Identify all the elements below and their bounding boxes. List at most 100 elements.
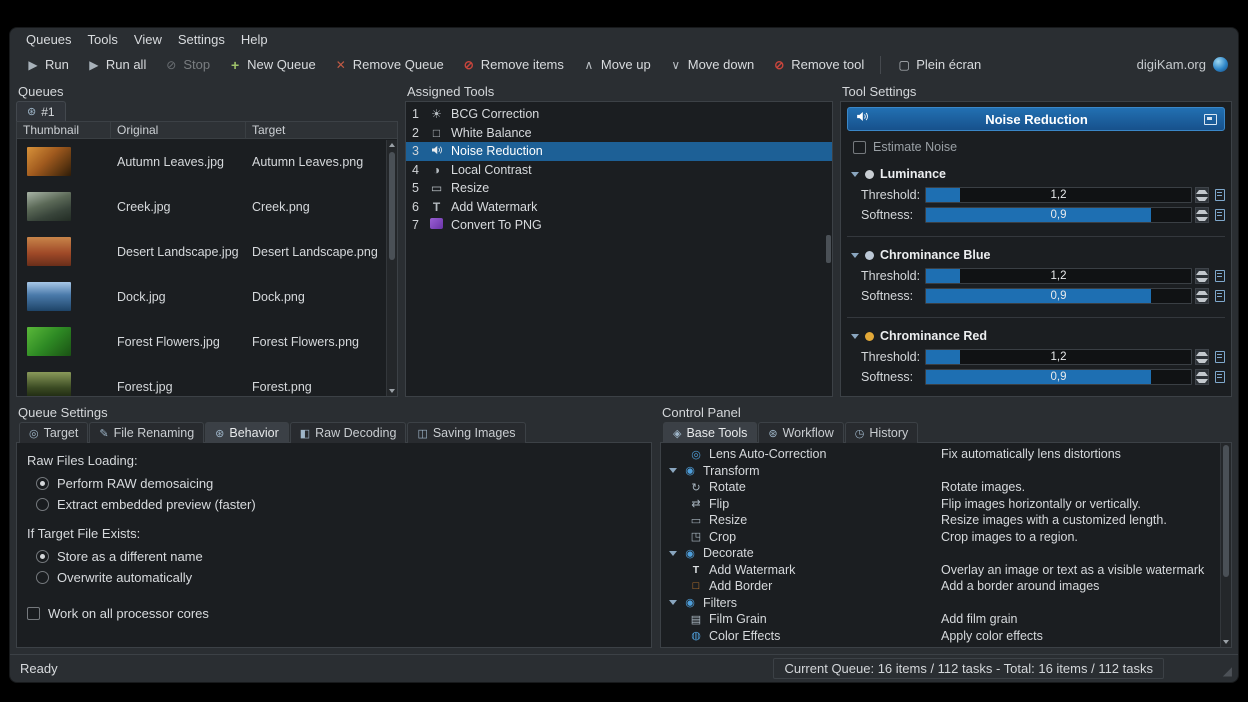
tool-item-bcg-correction[interactable]: 1 ☀ BCG Correction bbox=[406, 105, 832, 124]
radio-icon[interactable] bbox=[36, 550, 49, 563]
reset-icon[interactable] bbox=[1215, 351, 1225, 363]
threshold-slider[interactable]: 1,2 bbox=[925, 268, 1192, 284]
tool-item-resize[interactable]: 5 ▭ Resize bbox=[406, 179, 832, 198]
queue-row-forest-flowers[interactable]: Forest Flowers.jpg Forest Flowers.png bbox=[17, 319, 397, 364]
tab-target[interactable]: ◎ Target bbox=[19, 422, 88, 443]
menu-help[interactable]: Help bbox=[233, 30, 276, 49]
remove-queue-button[interactable]: ✕ Remove Queue bbox=[326, 54, 452, 75]
queue-row-forest[interactable]: Forest.jpg Forest.png bbox=[17, 364, 397, 397]
section-luminance[interactable]: Luminance bbox=[847, 165, 1225, 183]
collapse-icon[interactable] bbox=[851, 334, 859, 339]
digikam-brand[interactable]: digiKam.org bbox=[1137, 57, 1228, 72]
queue-row-autumn-leaves[interactable]: Autumn Leaves.jpg Autumn Leaves.png bbox=[17, 139, 397, 184]
scroll-down-icon[interactable] bbox=[387, 386, 397, 396]
column-thumbnail[interactable]: Thumbnail bbox=[17, 122, 111, 138]
scroll-up-icon[interactable] bbox=[387, 140, 397, 150]
threshold-spinner[interactable] bbox=[1195, 187, 1209, 203]
run-all-button[interactable]: ▶ Run all bbox=[79, 54, 154, 75]
queue-row-desert-landscape[interactable]: Desert Landscape.jpg Desert Landscape.pn… bbox=[17, 229, 397, 274]
new-queue-button[interactable]: + New Queue bbox=[220, 54, 324, 76]
column-original[interactable]: Original bbox=[111, 122, 246, 138]
queue-row-creek[interactable]: Creek.jpg Creek.png bbox=[17, 184, 397, 229]
radio-icon[interactable] bbox=[36, 498, 49, 511]
reset-icon[interactable] bbox=[1215, 371, 1225, 383]
softness-slider[interactable]: 0,9 bbox=[925, 288, 1192, 304]
threshold-spinner[interactable] bbox=[1195, 349, 1209, 365]
scrollbar-thumb[interactable] bbox=[389, 152, 395, 260]
checkbox-icon[interactable] bbox=[27, 607, 40, 620]
splitter-handle[interactable] bbox=[826, 235, 831, 263]
collapse-icon[interactable] bbox=[851, 253, 859, 258]
scroll-down-icon[interactable] bbox=[1221, 637, 1231, 647]
reset-icon[interactable] bbox=[1215, 270, 1225, 282]
reset-icon[interactable] bbox=[1215, 209, 1225, 221]
menu-settings[interactable]: Settings bbox=[170, 30, 233, 49]
radio-overwrite-automatically[interactable]: Overwrite automatically bbox=[36, 570, 641, 585]
tab-file-renaming[interactable]: ✎ File Renaming bbox=[89, 422, 204, 443]
radio-extract-embedded-preview[interactable]: Extract embedded preview (faster) bbox=[36, 497, 641, 512]
fullscreen-button[interactable]: ▢ Plein écran bbox=[889, 54, 989, 75]
scrollbar-thumb[interactable] bbox=[1223, 445, 1229, 577]
radio-icon[interactable] bbox=[36, 571, 49, 584]
tab-raw-decoding[interactable]: ◧ Raw Decoding bbox=[290, 422, 407, 443]
checkbox-work-all-cores[interactable]: Work on all processor cores bbox=[27, 606, 641, 621]
radio-perform-raw-demosaicing[interactable]: Perform RAW demosaicing bbox=[36, 476, 641, 491]
queue-tab-1[interactable]: ⊛ #1 bbox=[16, 101, 66, 121]
queues-scrollbar[interactable] bbox=[386, 140, 397, 396]
tool-item-noise-reduction[interactable]: 3 Noise Reduction bbox=[406, 142, 832, 161]
tree-item-add-border[interactable]: □ Add Border Add a border around images bbox=[661, 578, 1231, 595]
queue-row-dock[interactable]: Dock.jpg Dock.png bbox=[17, 274, 397, 319]
expander-icon[interactable] bbox=[669, 551, 677, 556]
collapse-icon[interactable] bbox=[851, 172, 859, 177]
section-chrominance-red[interactable]: Chrominance Red bbox=[847, 327, 1225, 345]
tool-item-add-watermark[interactable]: 6 T Add Watermark bbox=[406, 198, 832, 217]
menu-view[interactable]: View bbox=[126, 30, 170, 49]
expander-icon[interactable] bbox=[669, 468, 677, 473]
remove-tool-button[interactable]: ⊘ Remove tool bbox=[764, 54, 872, 75]
reset-icon[interactable] bbox=[1215, 189, 1225, 201]
softness-slider[interactable]: 0,9 bbox=[925, 207, 1192, 223]
softness-slider[interactable]: 0,9 bbox=[925, 369, 1192, 385]
tree-item-flip[interactable]: ⇄ Flip Flip images horizontally or verti… bbox=[661, 496, 1231, 513]
tree-item-film-grain[interactable]: ▤ Film Grain Add film grain bbox=[661, 611, 1231, 628]
tool-item-local-contrast[interactable]: 4 ◑ Local Contrast bbox=[406, 161, 832, 180]
tool-item-white-balance[interactable]: 2 □ White Balance bbox=[406, 124, 832, 143]
threshold-spinner[interactable] bbox=[1195, 268, 1209, 284]
run-button[interactable]: ▶ Run bbox=[18, 54, 77, 75]
tool-item-convert-to-png[interactable]: 7 Convert To PNG bbox=[406, 216, 832, 235]
menu-tools[interactable]: Tools bbox=[80, 30, 126, 49]
menu-queues[interactable]: Queues bbox=[18, 30, 80, 49]
tab-history[interactable]: ◷ History bbox=[845, 422, 919, 443]
section-chrominance-blue[interactable]: Chrominance Blue bbox=[847, 246, 1225, 264]
tree-group-decorate[interactable]: ◉ Decorate bbox=[661, 545, 1231, 562]
tree-item-crop[interactable]: ◳ Crop Crop images to a region. bbox=[661, 529, 1231, 546]
remove-items-button[interactable]: ⊘ Remove items bbox=[454, 54, 572, 75]
tree-group-transform[interactable]: ◉ Transform bbox=[661, 463, 1231, 480]
tree-item-rotate[interactable]: ↻ Rotate Rotate images. bbox=[661, 479, 1231, 496]
tree-item-color-effects[interactable]: ◍ Color Effects Apply color effects bbox=[661, 628, 1231, 645]
threshold-slider[interactable]: 1,2 bbox=[925, 187, 1192, 203]
tab-workflow[interactable]: ⊛ Workflow bbox=[758, 422, 843, 443]
softness-spinner[interactable] bbox=[1195, 369, 1209, 385]
reset-icon[interactable] bbox=[1215, 290, 1225, 302]
tab-saving-images[interactable]: ◫ Saving Images bbox=[407, 422, 525, 443]
tab-base-tools[interactable]: ◈ Base Tools bbox=[663, 422, 757, 443]
tree-item-lens-auto-correction[interactable]: ◎ Lens Auto-Correction Fix automatically… bbox=[661, 446, 1231, 463]
move-up-button[interactable]: ∧ Move up bbox=[574, 54, 659, 75]
move-down-button[interactable]: ∨ Move down bbox=[661, 54, 762, 75]
tab-behavior[interactable]: ⊛ Behavior bbox=[205, 422, 289, 443]
resize-grip[interactable]: ◢ bbox=[1223, 664, 1232, 678]
column-target[interactable]: Target bbox=[246, 122, 397, 138]
expander-icon[interactable] bbox=[669, 600, 677, 605]
estimate-noise-checkbox[interactable] bbox=[853, 141, 866, 154]
detach-icon[interactable] bbox=[1204, 114, 1217, 125]
radio-icon[interactable] bbox=[36, 477, 49, 490]
softness-spinner[interactable] bbox=[1195, 288, 1209, 304]
control-panel-scrollbar[interactable] bbox=[1220, 443, 1231, 647]
tree-item-resize[interactable]: ▭ Resize Resize images with a customized… bbox=[661, 512, 1231, 529]
tree-group-filters[interactable]: ◉ Filters bbox=[661, 595, 1231, 612]
tree-item-add-watermark[interactable]: T Add Watermark Overlay an image or text… bbox=[661, 562, 1231, 579]
radio-store-different-name[interactable]: Store as a different name bbox=[36, 549, 641, 564]
threshold-slider[interactable]: 1,2 bbox=[925, 349, 1192, 365]
softness-spinner[interactable] bbox=[1195, 207, 1209, 223]
